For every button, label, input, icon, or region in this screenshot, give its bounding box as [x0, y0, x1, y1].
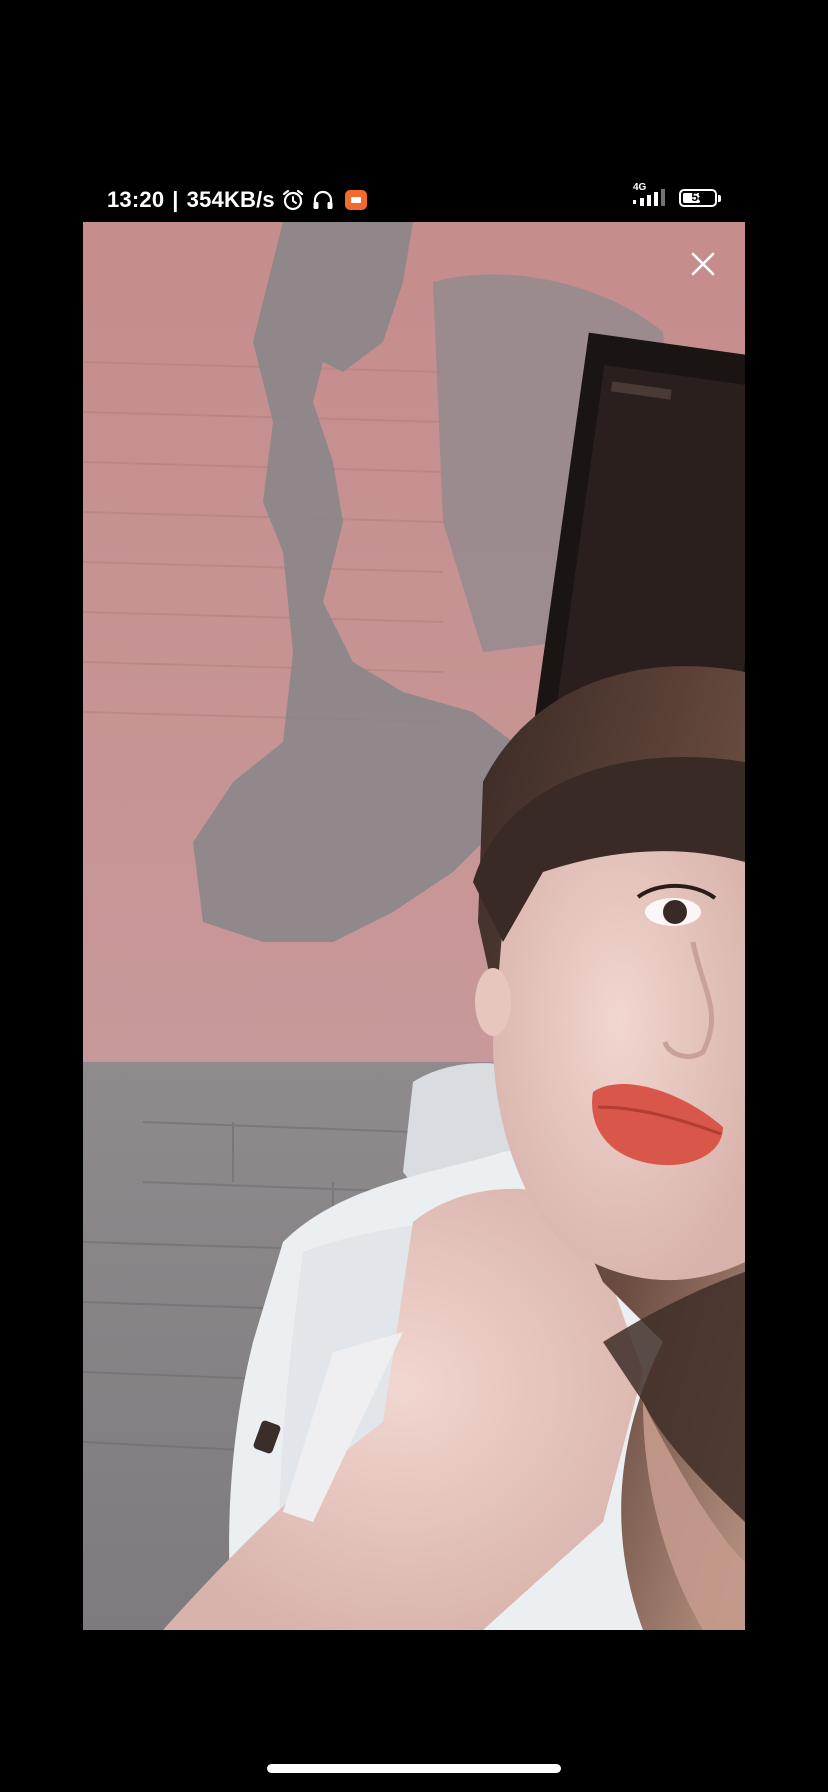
status-time: 13:20: [107, 187, 165, 212]
home-indicator[interactable]: [267, 1764, 561, 1773]
status-left: 13:20 | 354KB/s: [107, 187, 367, 213]
headphones-icon: [311, 188, 335, 212]
battery-icon: 58: [679, 189, 721, 207]
screen-record-icon: [344, 190, 367, 210]
status-separator: |: [172, 187, 179, 212]
video-frame[interactable]: [83, 222, 745, 1630]
close-icon: [691, 252, 715, 276]
signal-icon: 4G: [631, 183, 669, 210]
video-scene: [83, 222, 745, 1630]
close-button[interactable]: [683, 244, 723, 284]
alarm-icon: [281, 188, 305, 212]
battery-percent: 58: [691, 190, 705, 204]
status-bar: 13:20 | 354KB/s 4G 58: [83, 183, 745, 217]
network-speed: 354KB/s: [186, 187, 275, 212]
status-right: 4G 58: [631, 183, 721, 210]
